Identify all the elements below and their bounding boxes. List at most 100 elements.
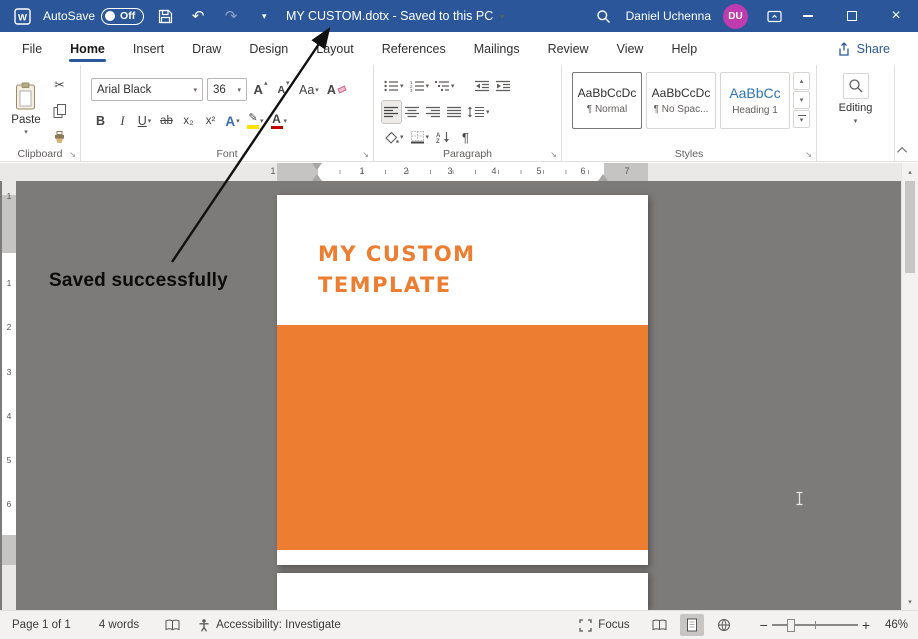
customize-qat-chevron-icon[interactable]: ▾ bbox=[252, 3, 276, 29]
styles-scroll-up-button[interactable]: ▴ bbox=[793, 72, 810, 90]
tab-help[interactable]: Help bbox=[657, 32, 711, 65]
zoom-slider-thumb[interactable] bbox=[787, 619, 795, 632]
align-left-button[interactable] bbox=[382, 101, 401, 123]
document-page-continued[interactable] bbox=[277, 573, 648, 610]
font-dialog-launcher-icon[interactable]: ↘ bbox=[362, 151, 369, 159]
zoom-slider[interactable] bbox=[772, 624, 858, 626]
borders-button[interactable]: ▾ bbox=[409, 126, 432, 148]
horizontal-ruler[interactable]: 1 1 2 3 4 5 6 7 bbox=[0, 163, 901, 181]
right-indent-marker[interactable] bbox=[598, 174, 608, 181]
justify-button[interactable] bbox=[445, 101, 464, 123]
highlight-color-button[interactable]: ✎ ▾ bbox=[245, 110, 266, 132]
avatar[interactable]: DU bbox=[723, 4, 748, 29]
zoom-percent[interactable]: 46% bbox=[878, 619, 908, 631]
superscript-button[interactable]: x² bbox=[201, 110, 220, 132]
read-mode-button[interactable] bbox=[648, 614, 672, 636]
document-title[interactable]: MY CUSTOM.dotx - Saved to this PC ▾ bbox=[286, 0, 504, 32]
decrease-indent-button[interactable] bbox=[473, 75, 492, 97]
tab-file[interactable]: File bbox=[8, 32, 56, 65]
increase-indent-button[interactable] bbox=[494, 75, 513, 97]
align-right-button[interactable] bbox=[424, 101, 443, 123]
collapse-ribbon-button[interactable] bbox=[895, 144, 911, 156]
tab-view[interactable]: View bbox=[603, 32, 658, 65]
font-size-combo[interactable]: 36 ▾ bbox=[207, 78, 247, 101]
show-hide-pilcrow-button[interactable]: ¶ bbox=[456, 126, 475, 148]
line-spacing-button[interactable]: ▾ bbox=[466, 101, 492, 123]
shading-button[interactable]: ▾ bbox=[382, 126, 406, 148]
styles-more-button[interactable]: ▾ bbox=[793, 110, 810, 128]
zoom-out-button[interactable]: − bbox=[760, 617, 768, 633]
style-card-heading1[interactable]: AaBbCc Heading 1 bbox=[720, 72, 790, 129]
clear-formatting-button[interactable]: A bbox=[325, 79, 348, 101]
word-count[interactable]: 4 words bbox=[99, 619, 139, 631]
print-layout-button[interactable] bbox=[680, 614, 704, 636]
word-app-icon[interactable]: W bbox=[10, 3, 34, 29]
font-name-combo[interactable]: Arial Black ▾ bbox=[91, 78, 203, 101]
scrollbar-thumb[interactable] bbox=[905, 181, 915, 273]
format-painter-button[interactable] bbox=[50, 127, 69, 149]
grow-font-button[interactable]: A▴ bbox=[251, 79, 270, 101]
tab-design[interactable]: Design bbox=[235, 32, 302, 65]
subscript-button[interactable]: x₂ bbox=[179, 110, 198, 132]
document-heading[interactable]: MY CUSTOM TEMPLATE bbox=[318, 239, 476, 301]
italic-button[interactable]: I bbox=[113, 110, 132, 132]
minimize-button[interactable] bbox=[786, 0, 830, 32]
heading-line-2[interactable]: TEMPLATE bbox=[318, 270, 476, 301]
strikethrough-button[interactable]: ab bbox=[157, 110, 176, 132]
tab-references[interactable]: References bbox=[368, 32, 460, 65]
tab-insert[interactable]: Insert bbox=[119, 32, 178, 65]
autosave-toggle[interactable]: Off bbox=[101, 8, 144, 25]
multilevel-list-button[interactable]: ▾ bbox=[433, 75, 457, 97]
vertical-ruler[interactable]: 1 1 2 3 4 5 6 bbox=[2, 181, 16, 610]
undo-icon[interactable]: ↶ bbox=[186, 3, 210, 29]
styles-dialog-launcher-icon[interactable]: ↘ bbox=[805, 151, 812, 159]
style-card-no-spacing[interactable]: AaBbCcDc ¶ No Spac... bbox=[646, 72, 716, 129]
scroll-down-arrow[interactable]: ▾ bbox=[902, 594, 918, 609]
styles-scroll-down-button[interactable]: ▾ bbox=[793, 91, 810, 109]
bullets-button[interactable]: ▾ bbox=[382, 75, 406, 97]
web-layout-button[interactable] bbox=[712, 614, 736, 636]
scroll-up-arrow[interactable]: ▴ bbox=[902, 164, 918, 179]
tab-draw[interactable]: Draw bbox=[178, 32, 235, 65]
document-page[interactable]: MY CUSTOM TEMPLATE bbox=[277, 195, 648, 565]
orange-rectangle-shape[interactable] bbox=[277, 325, 648, 550]
cut-button[interactable]: ✂ bbox=[50, 73, 69, 95]
vertical-scrollbar[interactable]: ▴ ▾ bbox=[901, 163, 918, 610]
search-icon[interactable] bbox=[592, 3, 616, 29]
sort-button[interactable]: AZ bbox=[434, 126, 453, 148]
ribbon-display-options-icon[interactable] bbox=[762, 3, 786, 29]
underline-button[interactable]: U▾ bbox=[135, 110, 154, 132]
editing-button[interactable]: Editing ▾ bbox=[817, 73, 894, 125]
proofing-status-button[interactable] bbox=[165, 619, 180, 631]
zoom-in-button[interactable]: + bbox=[862, 617, 870, 633]
document-canvas[interactable]: 1 1 2 3 4 5 6 MY CUSTOM TEMPLATE bbox=[0, 181, 901, 610]
bold-button[interactable]: B bbox=[91, 110, 110, 132]
close-button[interactable]: × bbox=[874, 0, 918, 32]
accessibility-status-button[interactable]: Accessibility: Investigate bbox=[198, 619, 341, 632]
maximize-button[interactable] bbox=[830, 0, 874, 32]
change-case-button[interactable]: Aa▾ bbox=[297, 79, 321, 101]
hanging-indent-marker[interactable] bbox=[312, 174, 322, 181]
user-name[interactable]: Daniel Uchenna bbox=[626, 9, 711, 23]
style-card-normal[interactable]: AaBbCcDc ¶ Normal bbox=[572, 72, 642, 129]
font-color-button[interactable]: A ▾ bbox=[269, 110, 290, 132]
heading-line-1[interactable]: MY CUSTOM bbox=[318, 239, 476, 270]
first-line-indent-marker[interactable] bbox=[312, 163, 322, 170]
focus-mode-button[interactable]: Focus bbox=[579, 619, 629, 632]
numbering-button[interactable]: 123 ▾ bbox=[408, 75, 432, 97]
redo-icon[interactable]: ↷ bbox=[219, 3, 243, 29]
share-button[interactable]: Share bbox=[837, 42, 918, 56]
paragraph-dialog-launcher-icon[interactable]: ↘ bbox=[550, 151, 557, 159]
paste-button[interactable]: Paste ▾ bbox=[6, 71, 46, 147]
tab-review[interactable]: Review bbox=[534, 32, 603, 65]
shrink-font-button[interactable]: A▾ bbox=[274, 79, 293, 101]
clipboard-dialog-launcher-icon[interactable]: ↘ bbox=[69, 151, 76, 159]
autosave-control[interactable]: AutoSave Off bbox=[43, 8, 144, 25]
tab-home[interactable]: Home bbox=[56, 32, 119, 65]
align-center-button[interactable] bbox=[403, 101, 422, 123]
tab-layout[interactable]: Layout bbox=[302, 32, 368, 65]
page-indicator[interactable]: Page 1 of 1 bbox=[12, 619, 71, 631]
save-icon[interactable] bbox=[153, 3, 177, 29]
text-effects-button[interactable]: A▾ bbox=[223, 110, 242, 132]
copy-button[interactable] bbox=[50, 100, 69, 122]
